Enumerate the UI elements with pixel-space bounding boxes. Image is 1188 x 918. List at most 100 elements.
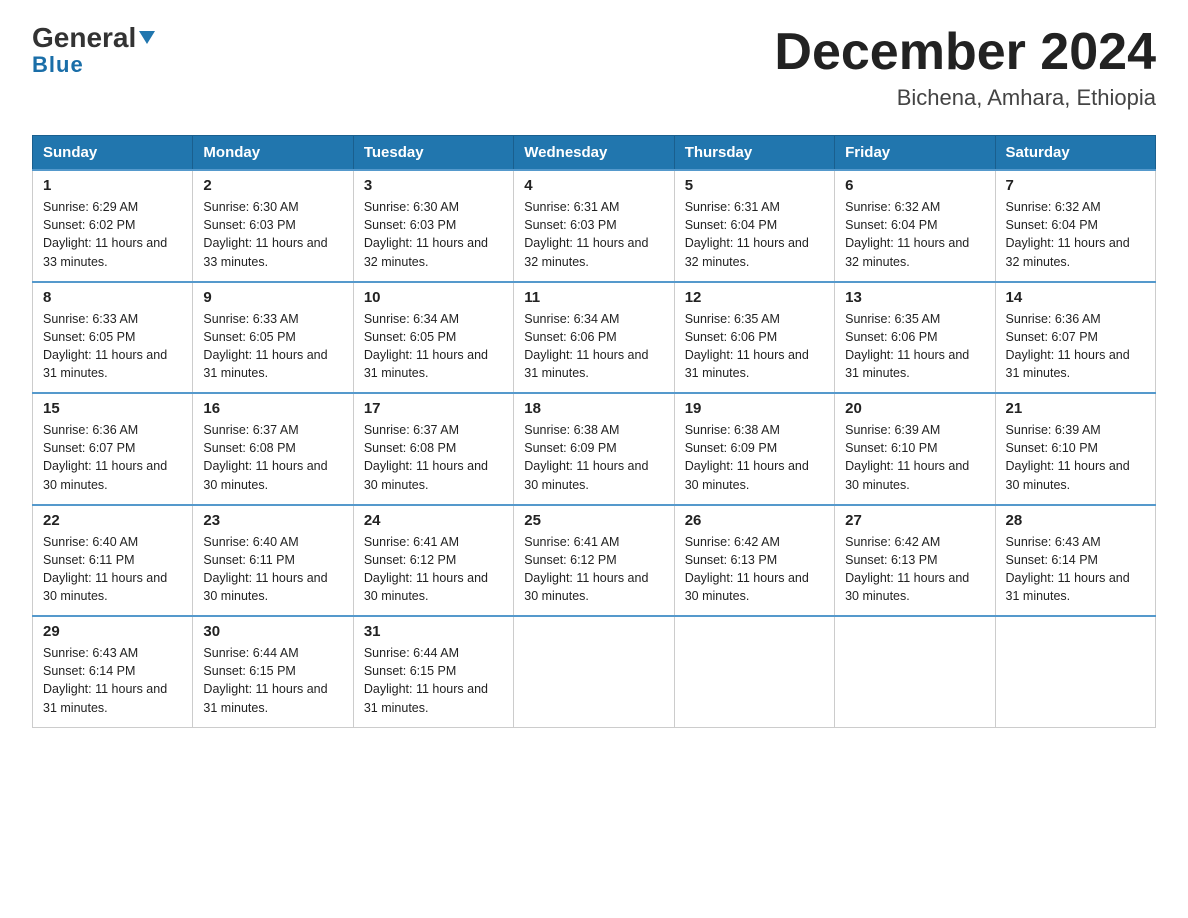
day-number: 3	[364, 177, 503, 194]
table-row: 28 Sunrise: 6:43 AMSunset: 6:14 PMDaylig…	[995, 505, 1155, 617]
day-number: 14	[1006, 289, 1145, 306]
table-row: 12 Sunrise: 6:35 AMSunset: 6:06 PMDaylig…	[674, 282, 834, 394]
day-detail: Sunrise: 6:39 AMSunset: 6:10 PMDaylight:…	[845, 421, 984, 494]
day-number: 2	[203, 177, 342, 194]
day-number: 25	[524, 512, 663, 529]
table-row: 25 Sunrise: 6:41 AMSunset: 6:12 PMDaylig…	[514, 505, 674, 617]
day-detail: Sunrise: 6:34 AMSunset: 6:05 PMDaylight:…	[364, 310, 503, 383]
col-monday: Monday	[193, 136, 353, 171]
day-number: 1	[43, 177, 182, 194]
day-detail: Sunrise: 6:43 AMSunset: 6:14 PMDaylight:…	[43, 644, 182, 717]
day-number: 29	[43, 623, 182, 640]
col-thursday: Thursday	[674, 136, 834, 171]
day-detail: Sunrise: 6:38 AMSunset: 6:09 PMDaylight:…	[524, 421, 663, 494]
table-row: 19 Sunrise: 6:38 AMSunset: 6:09 PMDaylig…	[674, 393, 834, 505]
day-detail: Sunrise: 6:40 AMSunset: 6:11 PMDaylight:…	[203, 533, 342, 606]
table-row: 10 Sunrise: 6:34 AMSunset: 6:05 PMDaylig…	[353, 282, 513, 394]
table-row: 3 Sunrise: 6:30 AMSunset: 6:03 PMDayligh…	[353, 170, 513, 282]
table-row: 29 Sunrise: 6:43 AMSunset: 6:14 PMDaylig…	[33, 616, 193, 727]
table-row: 4 Sunrise: 6:31 AMSunset: 6:03 PMDayligh…	[514, 170, 674, 282]
day-number: 7	[1006, 177, 1145, 194]
table-row: 5 Sunrise: 6:31 AMSunset: 6:04 PMDayligh…	[674, 170, 834, 282]
day-number: 27	[845, 512, 984, 529]
table-row: 20 Sunrise: 6:39 AMSunset: 6:10 PMDaylig…	[835, 393, 995, 505]
table-row	[995, 616, 1155, 727]
col-sunday: Sunday	[33, 136, 193, 171]
calendar-week-row: 15 Sunrise: 6:36 AMSunset: 6:07 PMDaylig…	[33, 393, 1156, 505]
day-number: 24	[364, 512, 503, 529]
day-detail: Sunrise: 6:30 AMSunset: 6:03 PMDaylight:…	[364, 198, 503, 271]
day-number: 6	[845, 177, 984, 194]
day-number: 17	[364, 400, 503, 417]
table-row: 30 Sunrise: 6:44 AMSunset: 6:15 PMDaylig…	[193, 616, 353, 727]
calendar-week-row: 22 Sunrise: 6:40 AMSunset: 6:11 PMDaylig…	[33, 505, 1156, 617]
col-tuesday: Tuesday	[353, 136, 513, 171]
day-detail: Sunrise: 6:43 AMSunset: 6:14 PMDaylight:…	[1006, 533, 1145, 606]
table-row: 11 Sunrise: 6:34 AMSunset: 6:06 PMDaylig…	[514, 282, 674, 394]
day-detail: Sunrise: 6:37 AMSunset: 6:08 PMDaylight:…	[364, 421, 503, 494]
day-detail: Sunrise: 6:32 AMSunset: 6:04 PMDaylight:…	[845, 198, 984, 271]
day-detail: Sunrise: 6:29 AMSunset: 6:02 PMDaylight:…	[43, 198, 182, 271]
day-detail: Sunrise: 6:30 AMSunset: 6:03 PMDaylight:…	[203, 198, 342, 271]
table-row: 15 Sunrise: 6:36 AMSunset: 6:07 PMDaylig…	[33, 393, 193, 505]
calendar-week-row: 8 Sunrise: 6:33 AMSunset: 6:05 PMDayligh…	[33, 282, 1156, 394]
day-number: 22	[43, 512, 182, 529]
day-number: 13	[845, 289, 984, 306]
table-row	[674, 616, 834, 727]
table-row: 26 Sunrise: 6:42 AMSunset: 6:13 PMDaylig…	[674, 505, 834, 617]
day-number: 28	[1006, 512, 1145, 529]
title-block: December 2024 Bichena, Amhara, Ethiopia	[774, 24, 1156, 111]
day-detail: Sunrise: 6:36 AMSunset: 6:07 PMDaylight:…	[43, 421, 182, 494]
table-row: 8 Sunrise: 6:33 AMSunset: 6:05 PMDayligh…	[33, 282, 193, 394]
day-detail: Sunrise: 6:42 AMSunset: 6:13 PMDaylight:…	[685, 533, 824, 606]
day-detail: Sunrise: 6:33 AMSunset: 6:05 PMDaylight:…	[203, 310, 342, 383]
table-row: 16 Sunrise: 6:37 AMSunset: 6:08 PMDaylig…	[193, 393, 353, 505]
day-number: 26	[685, 512, 824, 529]
day-number: 8	[43, 289, 182, 306]
day-number: 19	[685, 400, 824, 417]
day-detail: Sunrise: 6:36 AMSunset: 6:07 PMDaylight:…	[1006, 310, 1145, 383]
day-number: 21	[1006, 400, 1145, 417]
day-detail: Sunrise: 6:41 AMSunset: 6:12 PMDaylight:…	[524, 533, 663, 606]
logo-triangle-icon	[139, 31, 155, 44]
logo: General Blue	[32, 24, 155, 78]
day-detail: Sunrise: 6:41 AMSunset: 6:12 PMDaylight:…	[364, 533, 503, 606]
day-detail: Sunrise: 6:32 AMSunset: 6:04 PMDaylight:…	[1006, 198, 1145, 271]
table-row: 21 Sunrise: 6:39 AMSunset: 6:10 PMDaylig…	[995, 393, 1155, 505]
day-detail: Sunrise: 6:44 AMSunset: 6:15 PMDaylight:…	[203, 644, 342, 717]
table-row: 9 Sunrise: 6:33 AMSunset: 6:05 PMDayligh…	[193, 282, 353, 394]
logo-general-text: General	[32, 24, 155, 52]
col-friday: Friday	[835, 136, 995, 171]
table-row: 17 Sunrise: 6:37 AMSunset: 6:08 PMDaylig…	[353, 393, 513, 505]
table-row: 2 Sunrise: 6:30 AMSunset: 6:03 PMDayligh…	[193, 170, 353, 282]
day-number: 9	[203, 289, 342, 306]
table-row: 18 Sunrise: 6:38 AMSunset: 6:09 PMDaylig…	[514, 393, 674, 505]
table-row: 24 Sunrise: 6:41 AMSunset: 6:12 PMDaylig…	[353, 505, 513, 617]
col-saturday: Saturday	[995, 136, 1155, 171]
day-detail: Sunrise: 6:44 AMSunset: 6:15 PMDaylight:…	[364, 644, 503, 717]
day-detail: Sunrise: 6:38 AMSunset: 6:09 PMDaylight:…	[685, 421, 824, 494]
col-wednesday: Wednesday	[514, 136, 674, 171]
day-detail: Sunrise: 6:34 AMSunset: 6:06 PMDaylight:…	[524, 310, 663, 383]
calendar-week-row: 29 Sunrise: 6:43 AMSunset: 6:14 PMDaylig…	[33, 616, 1156, 727]
day-detail: Sunrise: 6:31 AMSunset: 6:03 PMDaylight:…	[524, 198, 663, 271]
day-number: 4	[524, 177, 663, 194]
day-number: 12	[685, 289, 824, 306]
table-row: 14 Sunrise: 6:36 AMSunset: 6:07 PMDaylig…	[995, 282, 1155, 394]
day-number: 31	[364, 623, 503, 640]
day-number: 15	[43, 400, 182, 417]
table-row: 22 Sunrise: 6:40 AMSunset: 6:11 PMDaylig…	[33, 505, 193, 617]
day-detail: Sunrise: 6:31 AMSunset: 6:04 PMDaylight:…	[685, 198, 824, 271]
day-number: 10	[364, 289, 503, 306]
day-number: 5	[685, 177, 824, 194]
table-row: 1 Sunrise: 6:29 AMSunset: 6:02 PMDayligh…	[33, 170, 193, 282]
table-row: 6 Sunrise: 6:32 AMSunset: 6:04 PMDayligh…	[835, 170, 995, 282]
day-number: 30	[203, 623, 342, 640]
day-detail: Sunrise: 6:39 AMSunset: 6:10 PMDaylight:…	[1006, 421, 1145, 494]
table-row: 31 Sunrise: 6:44 AMSunset: 6:15 PMDaylig…	[353, 616, 513, 727]
day-detail: Sunrise: 6:40 AMSunset: 6:11 PMDaylight:…	[43, 533, 182, 606]
calendar-header-row: Sunday Monday Tuesday Wednesday Thursday…	[33, 136, 1156, 171]
table-row	[514, 616, 674, 727]
day-detail: Sunrise: 6:35 AMSunset: 6:06 PMDaylight:…	[685, 310, 824, 383]
day-number: 18	[524, 400, 663, 417]
